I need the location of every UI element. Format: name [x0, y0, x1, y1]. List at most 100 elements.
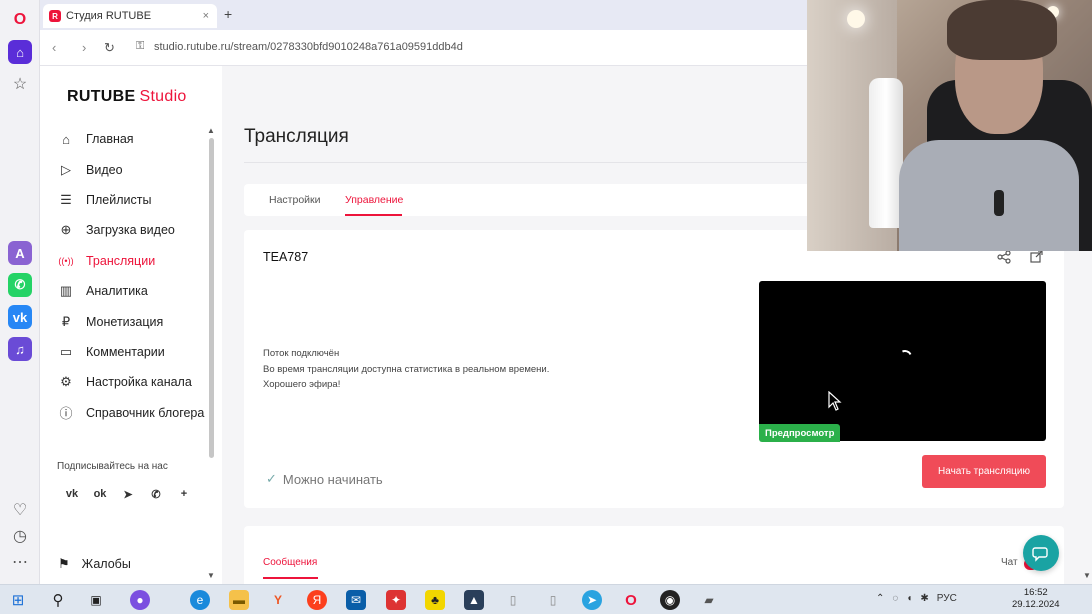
language-indicator[interactable]: РУС [937, 593, 957, 604]
home-speed-dial-icon[interactable]: ⌂ [8, 40, 32, 64]
chevron-up-icon[interactable]: ⌃ [876, 593, 884, 604]
support-chat-button[interactable] [1023, 535, 1059, 571]
vk-messenger-icon[interactable]: vk [8, 305, 32, 329]
sidebar-item-complaints[interactable]: ⚑ Жалобы [58, 556, 131, 572]
share-icon[interactable] [997, 250, 1011, 267]
sidebar-item-blogger-guide[interactable]: ⓘ Справочник блогера [58, 398, 208, 428]
scrollbar-thumb[interactable] [209, 138, 214, 458]
windows-start-icon[interactable]: ⊞ [8, 590, 28, 610]
sidebar-item-comments[interactable]: ▭ Комментарии [58, 337, 208, 367]
telegram-icon[interactable]: ➤ [114, 485, 142, 503]
active-tab-indicator [345, 214, 402, 216]
rutube-favicon-icon: R [49, 10, 61, 22]
back-icon[interactable]: ‹ [52, 40, 56, 55]
tab-management[interactable]: Управление [345, 194, 403, 206]
system-tray: ⌃ ◌ ◖ ✱ РУС [876, 593, 957, 604]
home-icon: ⌂ [62, 131, 70, 147]
more-icon[interactable]: + [170, 485, 198, 503]
mail-icon[interactable]: ✉ [346, 590, 366, 610]
tab-strip: R Студия RUTUBE × + [40, 0, 807, 30]
aria-icon[interactable]: A [8, 241, 32, 265]
wifi-icon[interactable]: ◌ [892, 593, 898, 604]
viber-icon[interactable]: ✆ [142, 485, 170, 503]
tab-close-icon[interactable]: × [203, 10, 209, 22]
studio-sidebar-nav: ⌂ Главная ▷ Видео ☰ Плейлисты ⊕ Загрузка вид… [58, 124, 208, 428]
rutube-studio-logo[interactable]: RUTUBE Studio [67, 88, 187, 106]
pin-icon[interactable]: ☆ [8, 72, 32, 96]
open-external-icon[interactable] [1030, 250, 1043, 266]
heart-icon[interactable]: ♡ [8, 498, 32, 522]
ready-status: ✓ Можно начинать [266, 471, 383, 487]
sidebar-item-monetization[interactable]: ₽ Монетизация [58, 306, 208, 336]
sidebar-item-analytics[interactable]: ▥ Аналитика [58, 276, 208, 306]
status-stats-note: Во время трансляции доступна статистика … [263, 363, 550, 375]
sidebar-item-upload[interactable]: ⊕ Загрузка видео [58, 215, 208, 245]
reload-icon[interactable]: ↻ [104, 40, 115, 56]
opera-taskbar-icon[interactable]: O [621, 590, 641, 610]
vk-icon[interactable]: vk [58, 485, 86, 503]
start-broadcast-button[interactable]: Начать трансляцию [922, 455, 1046, 488]
bluetooth-icon[interactable]: ✱ [920, 593, 928, 604]
task-view-icon[interactable]: ▣ [86, 590, 106, 610]
url-field[interactable]: studio.rutube.ru/stream/0278330bfd901024… [154, 41, 463, 53]
sidebar-item-label: Справочник блогера [86, 405, 205, 420]
new-tab-button[interactable]: + [224, 6, 232, 22]
document-icon[interactable]: ▯ [503, 590, 523, 610]
whatsapp-icon[interactable]: ✆ [8, 273, 32, 297]
main-scrollbar[interactable]: ▼ [1083, 240, 1091, 580]
sidebar-item-home[interactable]: ⌂ Главная [58, 124, 208, 154]
scroll-down-icon[interactable]: ▼ [207, 571, 215, 580]
edge-icon[interactable]: e [190, 590, 210, 610]
yandex-browser-icon[interactable]: Я [307, 590, 327, 610]
status-good-broadcast: Хорошего эфира! [263, 379, 341, 390]
volume-icon[interactable]: ◖ [906, 593, 912, 604]
chat-label: Чат [1001, 557, 1018, 568]
gear-icon: ⚙ [60, 374, 72, 390]
broadcast-icon: ((•)) [58, 255, 74, 266]
clock-time: 16:52 [1023, 587, 1048, 598]
file-explorer-icon[interactable]: ▬ [229, 590, 249, 610]
sidebar-scrollbar[interactable]: ▲ ▼ [207, 126, 216, 580]
obs-icon[interactable]: ◉ [660, 590, 680, 610]
social-links: vk ok ➤ ✆ + [58, 485, 198, 503]
scroll-down-icon[interactable]: ▼ [1083, 571, 1091, 580]
forward-icon[interactable]: › [82, 40, 86, 55]
tab-messages[interactable]: Сообщения [263, 557, 317, 568]
more-icon[interactable]: ⋯ [8, 550, 32, 574]
sidebar-item-broadcasts[interactable]: ((•)) Трансляции [58, 246, 208, 276]
clock-date: 29.12.2024 [1012, 599, 1060, 610]
sidebar-item-label: Монетизация [86, 314, 164, 329]
webcam-lamp [847, 10, 865, 28]
telegram-app-icon[interactable]: ➤ [582, 590, 602, 610]
subscribe-label: Подписывайтесь на нас [57, 461, 168, 472]
comment-icon: ▭ [59, 343, 73, 359]
sidebar-item-label: Видео [86, 162, 123, 177]
video-icon: ▷ [61, 161, 71, 177]
search-icon[interactable]: ⚲ [48, 590, 68, 610]
yandex-icon[interactable]: Y [268, 590, 288, 610]
clock[interactable]: 16:52 29.12.2024 [1012, 587, 1060, 611]
analytics-icon: ▥ [59, 283, 73, 299]
address-bar: ‹ › ↻ ⚿ studio.rutube.ru/stream/0278330b… [40, 30, 807, 66]
ready-label: Можно начинать [282, 471, 383, 487]
sidebar-item-label: Плейлисты [86, 192, 152, 207]
opera-logo-icon[interactable]: O [8, 8, 32, 32]
sidebar-item-label: Жалобы [81, 557, 131, 571]
tab-settings[interactable]: Настройки [269, 194, 321, 206]
odnoklassniki-icon[interactable]: ok [86, 485, 114, 503]
app-icon[interactable]: ♣ [425, 590, 445, 610]
sidebar-item-video[interactable]: ▷ Видео [58, 154, 208, 184]
app-icon[interactable]: ▲ [464, 590, 484, 610]
gift-icon[interactable]: ✦ [386, 590, 406, 610]
player-icon[interactable]: ♫ [8, 337, 32, 361]
webcam-microphone [994, 190, 1004, 216]
aria-app-icon[interactable]: ● [130, 590, 150, 610]
stream-name: TEA787 [263, 250, 309, 264]
sidebar-item-channel-settings[interactable]: ⚙ Настройка канала [58, 367, 208, 397]
document-icon[interactable]: ▯ [543, 590, 563, 610]
scroll-up-icon[interactable]: ▲ [207, 126, 215, 135]
sidebar-item-playlists[interactable]: ☰ Плейлисты [58, 185, 208, 215]
app-icon[interactable]: ▰ [699, 590, 719, 610]
history-icon[interactable]: ◷ [8, 524, 32, 548]
browser-tab[interactable]: R Студия RUTUBE × [43, 4, 217, 28]
